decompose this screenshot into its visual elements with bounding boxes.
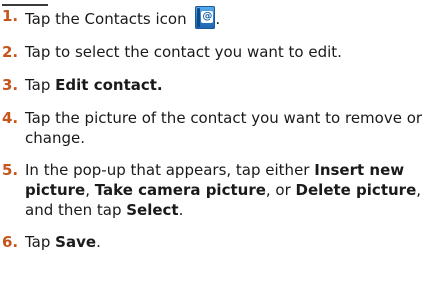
step-text: . bbox=[178, 201, 184, 219]
step-option-camera: Take camera picture bbox=[94, 181, 266, 199]
step-text: Tap to select the contact you want to ed… bbox=[25, 43, 342, 61]
step-6: 6. Tap Save. bbox=[2, 232, 446, 252]
step-number: 4. bbox=[2, 109, 19, 127]
contacts-book-icon: @ bbox=[195, 6, 216, 29]
step-option-select: Select bbox=[126, 201, 179, 219]
step-text-bold: Save bbox=[55, 233, 97, 251]
contacts-book-spine bbox=[197, 8, 201, 27]
contacts-at-symbol: @ bbox=[201, 11, 214, 23]
step-number: 3. bbox=[2, 76, 19, 94]
step-text-end: . bbox=[215, 10, 221, 28]
step-text: In the pop-up that appears, tap either bbox=[25, 161, 315, 179]
step-text: Tap the picture of the contact you want … bbox=[25, 109, 423, 147]
step-2: 2. Tap to select the contact you want to… bbox=[2, 42, 446, 62]
instruction-steps-list: 1. Tap the Contacts icon @. 2. Tap to se… bbox=[2, 6, 446, 265]
step-3: 3. Tap Edit contact. bbox=[2, 75, 446, 95]
step-text: Tap the Contacts icon bbox=[25, 10, 192, 28]
step-4: 4. Tap the picture of the contact you wa… bbox=[2, 108, 446, 148]
step-text: . bbox=[96, 233, 101, 251]
step-number: 2. bbox=[2, 43, 19, 61]
step-number: 1. bbox=[2, 7, 19, 25]
step-1: 1. Tap the Contacts icon @. bbox=[2, 6, 446, 29]
step-text: , or bbox=[265, 181, 296, 199]
step-text: Tap bbox=[25, 233, 56, 251]
step-text: Tap bbox=[25, 76, 56, 94]
step-number: 5. bbox=[2, 161, 19, 179]
step-text-bold: Edit contact. bbox=[55, 76, 163, 94]
step-number: 6. bbox=[2, 233, 19, 251]
step-text: , bbox=[85, 181, 95, 199]
step-5: 5. In the pop-up that appears, tap eithe… bbox=[2, 160, 446, 220]
step-option-delete: Delete picture bbox=[295, 181, 417, 199]
